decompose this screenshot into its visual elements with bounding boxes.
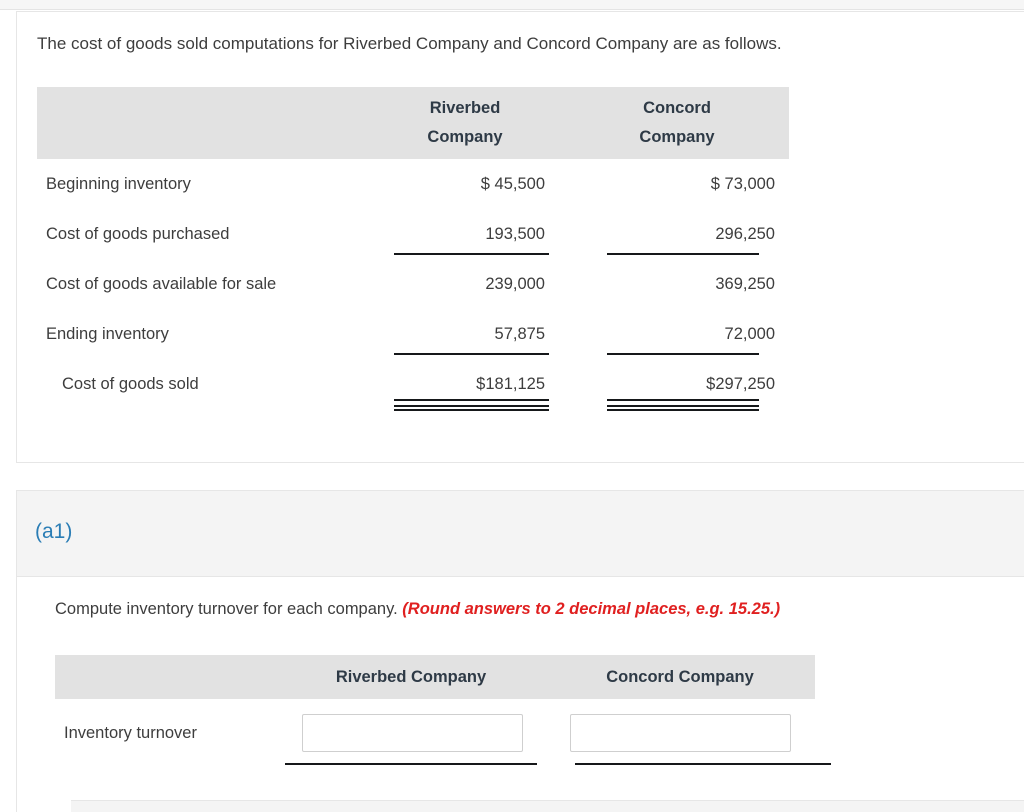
- part-header-band: (a1): [17, 491, 1024, 577]
- table-row-total: Cost of goods sold $181,125 $297,250: [37, 359, 789, 409]
- table-row: Cost of goods purchased 193,500 296,250: [37, 209, 789, 259]
- column-header-concord-line1: Concord: [643, 99, 711, 117]
- row-value-riverbed: 239,000: [485, 274, 545, 293]
- column-header-rule-riverbed: [394, 409, 549, 411]
- column-header-riverbed-line2: Company: [427, 128, 503, 146]
- row-value-riverbed: $ 45,500: [480, 174, 545, 193]
- table-row: Ending inventory 57,875 72,000: [37, 309, 789, 359]
- question-prompt-rounding-hint: (Round answers to 2 decimal places, e.g.…: [402, 600, 781, 618]
- inventory-turnover-answer-table: Riverbed Company Concord Company Invento…: [55, 655, 831, 765]
- inventory-turnover-input-riverbed[interactable]: [302, 714, 523, 752]
- column-header-rule-concord: [607, 409, 759, 411]
- row-value-concord: 369,250: [715, 274, 775, 293]
- answer-row-label: Inventory turnover: [64, 723, 197, 742]
- row-value-concord: $297,250: [706, 374, 775, 393]
- row-label: Cost of goods purchased: [46, 224, 230, 243]
- row-underline-riverbed: [394, 353, 549, 355]
- answer-table-row: Inventory turnover: [55, 699, 815, 763]
- answer-table-header-row: Riverbed Company Concord Company: [55, 655, 831, 765]
- header-label-spacer: [37, 87, 365, 159]
- table-row: Beginning inventory $ 45,500 $ 73,000: [37, 159, 789, 209]
- total-double-underline-riverbed-top: [394, 399, 549, 401]
- question-prompt: Compute inventory turnover for each comp…: [55, 598, 780, 620]
- inventory-turnover-input-concord[interactable]: [570, 714, 791, 752]
- row-label: Cost of goods available for sale: [46, 274, 277, 293]
- row-value-concord: $ 73,000: [710, 174, 775, 193]
- answer-cell-concord: [545, 714, 815, 752]
- column-header-riverbed: Riverbed Company: [365, 87, 565, 159]
- row-underline-riverbed: [394, 253, 549, 255]
- part-label-a1: (a1): [35, 520, 73, 543]
- column-header-concord-line2: Company: [639, 128, 715, 146]
- row-underline-concord: [607, 353, 759, 355]
- problem-intro-text: The cost of goods sold computations for …: [37, 34, 782, 53]
- column-header-concord: Concord Company: [565, 87, 789, 159]
- total-double-underline-concord-top: [607, 399, 759, 401]
- problem-statement-card: The cost of goods sold computations for …: [16, 11, 1024, 463]
- row-value-riverbed: 193,500: [485, 224, 545, 243]
- answer-column-header-concord: Concord Company: [606, 667, 754, 686]
- total-double-underline-concord-bottom: [607, 405, 759, 407]
- row-label: Ending inventory: [46, 324, 169, 343]
- answer-cell-riverbed: [277, 714, 545, 752]
- answer-column-header-riverbed: Riverbed Company: [335, 667, 487, 686]
- table-header-row: Riverbed Company Concord Company: [37, 87, 789, 411]
- answer-column-rule-concord: [575, 763, 831, 765]
- row-label: Cost of goods sold: [62, 374, 199, 393]
- next-section-band-partial: [71, 800, 1024, 812]
- page-top-divider: [0, 0, 1024, 10]
- table-row: Cost of goods available for sale 239,000…: [37, 259, 789, 309]
- row-value-concord: 296,250: [715, 224, 775, 243]
- total-double-underline-riverbed-bottom: [394, 405, 549, 407]
- cost-of-goods-sold-table: Riverbed Company Concord Company Beginni…: [37, 87, 789, 411]
- answer-column-rule-riverbed: [285, 763, 537, 765]
- row-value-riverbed: $181,125: [476, 374, 545, 393]
- row-value-riverbed: 57,875: [494, 324, 545, 343]
- column-header-riverbed-line1: Riverbed: [429, 99, 501, 117]
- row-label: Beginning inventory: [46, 174, 191, 193]
- question-part-a1-card: (a1) Compute inventory turnover for each…: [16, 490, 1024, 812]
- question-prompt-main: Compute inventory turnover for each comp…: [55, 600, 403, 618]
- row-underline-concord: [607, 253, 759, 255]
- row-value-concord: 72,000: [724, 324, 775, 343]
